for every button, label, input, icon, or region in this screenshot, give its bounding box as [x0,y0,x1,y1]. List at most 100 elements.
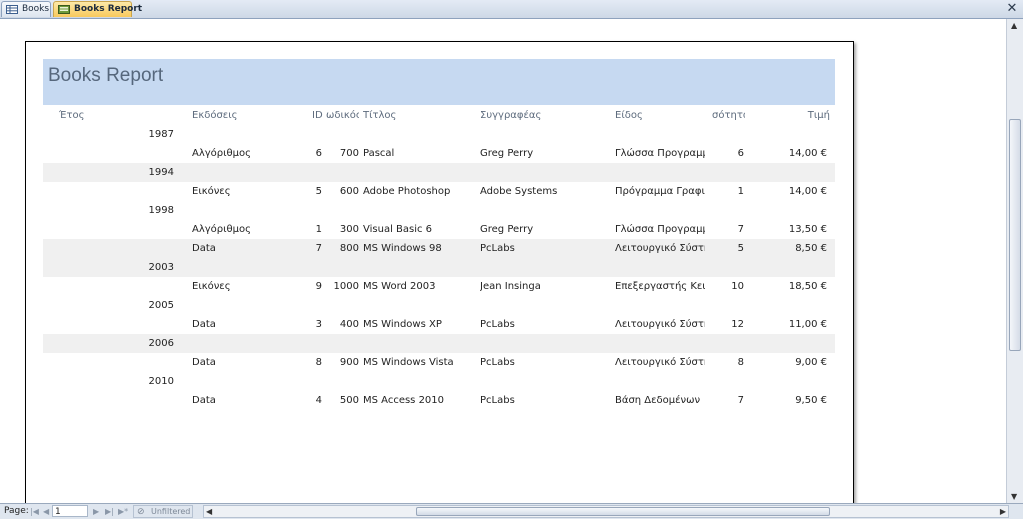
cell-year: 2010 [148,376,174,387]
cell-year: 1987 [148,129,174,140]
next-page-icon[interactable]: ▶ [93,505,99,518]
cell-title: MS Windows Vista [363,357,454,368]
cell-genre: Γλώσσα Προγραμμα [615,224,705,235]
cell-genre: Πρόγραμμα Γραφικ [615,186,705,197]
cell-code: 800 [339,243,359,254]
cell-code: 900 [339,357,359,368]
cell-publisher: Data [192,357,216,368]
cell-title: Pascal [363,148,395,159]
report-header-band: Books Report [43,59,835,105]
cell-quantity: 5 [737,243,744,254]
cell-publisher: Data [192,395,216,406]
cell-code: 700 [339,148,359,159]
record-navigation-bar: Page: |◀ ◀ 1 ▶ ▶| ▶* ⊘ Unfiltered ◀ ▶ [0,503,1023,519]
report-page: Books Report Έτος Εκδόσεις ID ωδικός Τίτ… [25,41,854,503]
scroll-left-icon[interactable]: ◀ [206,506,212,517]
scroll-right-icon[interactable]: ▶ [1000,506,1006,517]
cell-quantity: 1 [737,186,744,197]
cell-id: 1 [315,224,322,235]
cell-author: PcLabs [480,395,515,406]
tab-books-report[interactable]: Books Report [53,1,142,17]
scroll-down-icon[interactable]: ▼ [1011,492,1017,501]
vertical-scrollbar[interactable]: ▲ ▼ [1006,19,1023,503]
filter-label: Unfiltered [151,507,191,516]
cell-code: 1000 [333,281,359,292]
cell-year: 1998 [148,205,174,216]
cell-publisher: Data [192,319,216,330]
no-filter-icon: ⊘ [137,507,145,517]
header-code: ωδικός [326,110,359,121]
first-page-icon[interactable]: |◀ [30,505,39,518]
horizontal-scroll-thumb[interactable] [416,507,830,516]
cell-id: 8 [315,357,322,368]
page-label: Page: [4,506,29,516]
cell-id: 9 [315,281,322,292]
previous-page-icon[interactable]: ◀ [43,505,49,518]
header-price: Τιμή [807,110,830,121]
document-tab-strip: Books Books Report ✕ [0,0,1023,19]
tab-books-report-label: Books Report [74,4,143,14]
cell-genre: Επεξεργαστής Κειμέ [615,281,705,292]
cell-code: 400 [339,319,359,330]
vertical-scroll-thumb[interactable] [1009,119,1021,351]
cell-price: 8,50 € [795,243,827,254]
page-number-input[interactable]: 1 [52,505,88,517]
report-icon [58,5,70,14]
cell-id: 5 [315,186,322,197]
cell-author: Adobe Systems [480,186,558,197]
cell-publisher: Data [192,243,216,254]
header-id: ID [312,110,323,121]
cell-author: Jean Insinga [480,281,541,292]
cell-genre: Λειτουργικό Σύστημ [615,319,705,330]
cell-quantity: 12 [731,319,744,330]
cell-price: 14,00 € [788,148,827,159]
cell-quantity: 7 [737,395,744,406]
cell-code: 500 [339,395,359,406]
new-page-icon[interactable]: ▶* [118,505,128,518]
cell-title: Visual Basic 6 [363,224,433,235]
cell-publisher: Εικόνες [192,186,231,197]
header-publisher: Εκδόσεις [192,110,238,121]
header-author: Συγγραφέας [480,110,542,121]
report-workspace: Books Report Έτος Εκδόσεις ID ωδικός Τίτ… [0,19,1006,503]
cell-genre: Γλώσσα Προγραμμα [615,148,705,159]
cell-quantity: 10 [731,281,744,292]
cell-id: 4 [315,395,322,406]
cell-title: MS Windows 98 [363,243,442,254]
cell-quantity: 8 [737,357,744,368]
header-quantity: σότητα [712,110,745,121]
cell-title: MS Word 2003 [363,281,436,292]
cell-year: 2005 [148,300,174,311]
cell-year: 2006 [148,338,174,349]
horizontal-scrollbar[interactable]: ◀ ▶ [203,505,1009,518]
cell-price: 13,50 € [788,224,827,235]
tab-books[interactable]: Books [1,1,51,17]
header-year: Έτος [59,110,85,121]
cell-author: Greg Perry [480,148,534,159]
cell-title: MS Windows XP [363,319,442,330]
cell-id: 7 [315,243,322,254]
cell-price: 14,00 € [788,186,827,197]
scroll-up-icon[interactable]: ▲ [1011,21,1017,30]
cell-genre: Λειτουργικό Σύστημ [615,357,705,368]
last-page-icon[interactable]: ▶| [105,505,114,518]
cell-year: 1994 [148,167,174,178]
cell-author: PcLabs [480,357,515,368]
close-icon[interactable]: ✕ [1005,1,1019,16]
cell-author: PcLabs [480,319,515,330]
cell-quantity: 7 [737,224,744,235]
header-genre: Είδος [615,110,643,121]
cell-code: 600 [339,186,359,197]
cell-year: 2003 [148,262,174,273]
cell-genre: Βάση Δεδομένων [615,395,701,406]
filter-toggle[interactable]: ⊘ Unfiltered [133,505,193,518]
cell-price: 18,50 € [788,281,827,292]
cell-publisher: Αλγόριθμος [192,148,251,159]
cell-publisher: Αλγόριθμος [192,224,251,235]
cell-title: MS Access 2010 [363,395,445,406]
tab-books-label: Books [22,4,50,14]
cell-quantity: 6 [737,148,744,159]
cell-price: 9,00 € [795,357,827,368]
cell-author: PcLabs [480,243,515,254]
cell-genre: Λειτουργικό Σύστημ [615,243,705,254]
